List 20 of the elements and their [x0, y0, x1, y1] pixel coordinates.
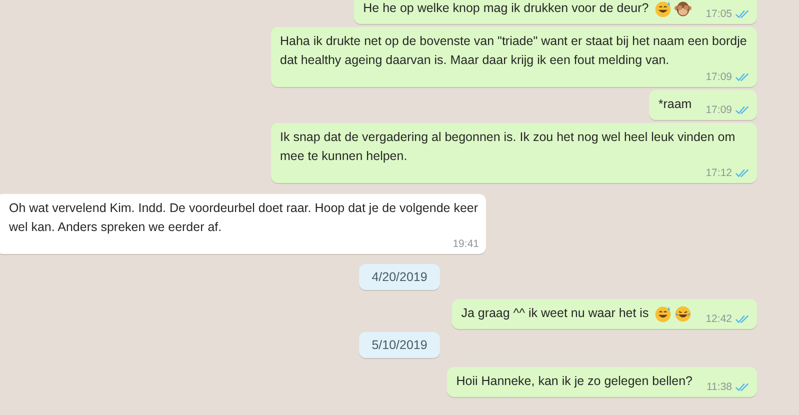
- message-time: 17:09: [706, 70, 732, 84]
- date-label: 5/10/2019: [358, 332, 440, 358]
- laughing-face-icon: [654, 304, 672, 322]
- laughing-face-icon: [654, 0, 672, 18]
- message-time: 12:42: [706, 312, 732, 326]
- message-time: 17:05: [706, 7, 732, 21]
- crying-laughing-icon: [674, 304, 692, 322]
- monkey-icon: [674, 0, 692, 18]
- message-text: Haha ik drukte net op de bovenste van "triade" want er staat bij het naam een bordje dat healthy ageing daarvan is. Maar daar krijg ik een fout melding van.: [280, 33, 748, 69]
- message-time: 19:41: [452, 237, 479, 251]
- message-time: 11:38: [706, 380, 732, 394]
- message-time: 17:09: [706, 103, 732, 117]
- message-text: Ja graag ^^ ik weet nu waar het is: [461, 305, 649, 322]
- message-text: He he op welke knop mag ik drukken voor de deur?: [363, 0, 649, 17]
- message-text: *raam: [658, 96, 692, 113]
- message-time: 17:12: [706, 166, 732, 180]
- message-text: Ik snap dat de vergadering al begonnen is. Ik zou het nog wel heel leuk vinden om mee te kunnen helpen.: [280, 129, 736, 165]
- message-text: Hoii Hanneke, kan ik je zo gelegen bellen?: [456, 373, 692, 390]
- message-text: Oh wat vervelend Kim. Indd. De voordeurbel doet raar. Hoop dat je de volgende keer wel kan. Anders spreken we eerder af.: [9, 200, 479, 236]
- date-label: 4/20/2019: [358, 264, 440, 290]
